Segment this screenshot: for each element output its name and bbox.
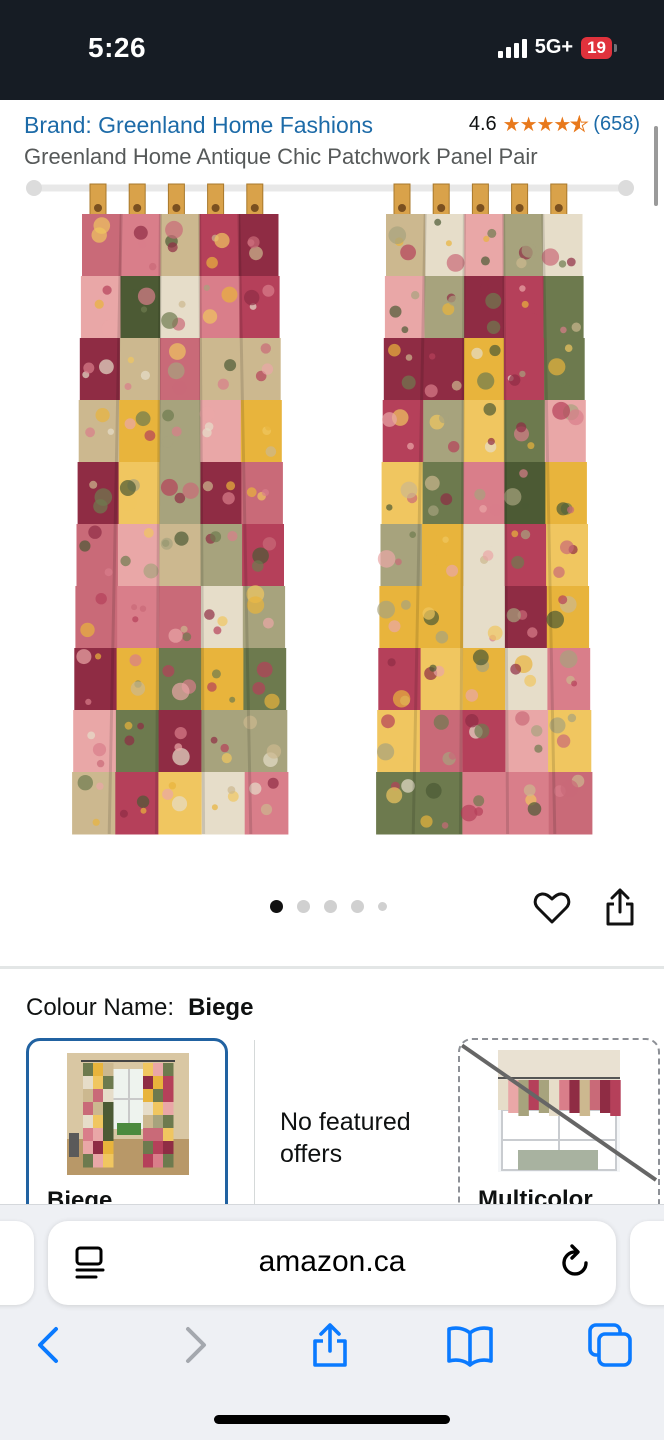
product-title: Greenland Home Antique Chic Patchwork Pa… (24, 144, 538, 169)
carousel-dot[interactable] (297, 900, 310, 913)
tabs-icon[interactable] (586, 1321, 634, 1369)
rating-value: 4.6 (468, 113, 497, 135)
cellular-signal-icon (497, 38, 527, 58)
star-rating-icon: ★★★★★ (502, 114, 589, 137)
carousel-dots[interactable] (270, 900, 387, 913)
swatch-image (67, 1053, 189, 1175)
status-time: 5:26 (88, 32, 147, 63)
colour-selected-value: Biege (188, 994, 254, 1021)
carousel-dot[interactable] (324, 900, 337, 913)
colour-label-text: Colour Name: (26, 994, 175, 1021)
back-icon[interactable] (26, 1321, 74, 1369)
brand-link[interactable]: Brand: Greenland Home Fashions (24, 112, 373, 139)
url-text[interactable]: amazon.ca (48, 1245, 616, 1279)
share-icon[interactable] (306, 1321, 354, 1369)
section-divider (0, 966, 664, 969)
home-indicator[interactable] (214, 1415, 450, 1424)
share-icon[interactable] (600, 886, 640, 928)
previous-tab-peek[interactable] (0, 1221, 34, 1305)
next-tab-peek[interactable] (630, 1221, 664, 1305)
product-image[interactable] (20, 170, 644, 850)
reload-icon[interactable] (558, 1243, 594, 1281)
carousel-dot[interactable] (351, 900, 364, 913)
bookmarks-icon[interactable] (446, 1321, 494, 1369)
colour-swatch-multicolor[interactable]: Multicolor (458, 1038, 660, 1228)
heart-icon[interactable] (532, 888, 572, 928)
status-bar: 5:26 5G+ 19 (0, 0, 664, 100)
scrollbar[interactable] (654, 126, 658, 206)
carousel-dot[interactable] (270, 900, 283, 913)
forward-icon[interactable] (170, 1321, 218, 1369)
no-featured-offers: No featured offers (280, 1108, 411, 1168)
status-indicators: 5G+ 19 (497, 36, 617, 59)
rating-summary[interactable]: 4.6 ★★★★★ (658) (469, 112, 640, 137)
network-type: 5G+ (534, 36, 574, 58)
browser-chrome: amazon.ca (0, 1204, 664, 1440)
review-count[interactable]: (658) (593, 113, 640, 136)
address-bar[interactable]: amazon.ca (48, 1221, 616, 1305)
colour-label: Colour Name: Biege (26, 994, 253, 1022)
swatch-separator (254, 1040, 255, 1210)
battery-icon: 19 (581, 36, 617, 59)
carousel-dot[interactable] (378, 902, 387, 911)
colour-swatch-biege[interactable]: Biege (26, 1038, 228, 1228)
